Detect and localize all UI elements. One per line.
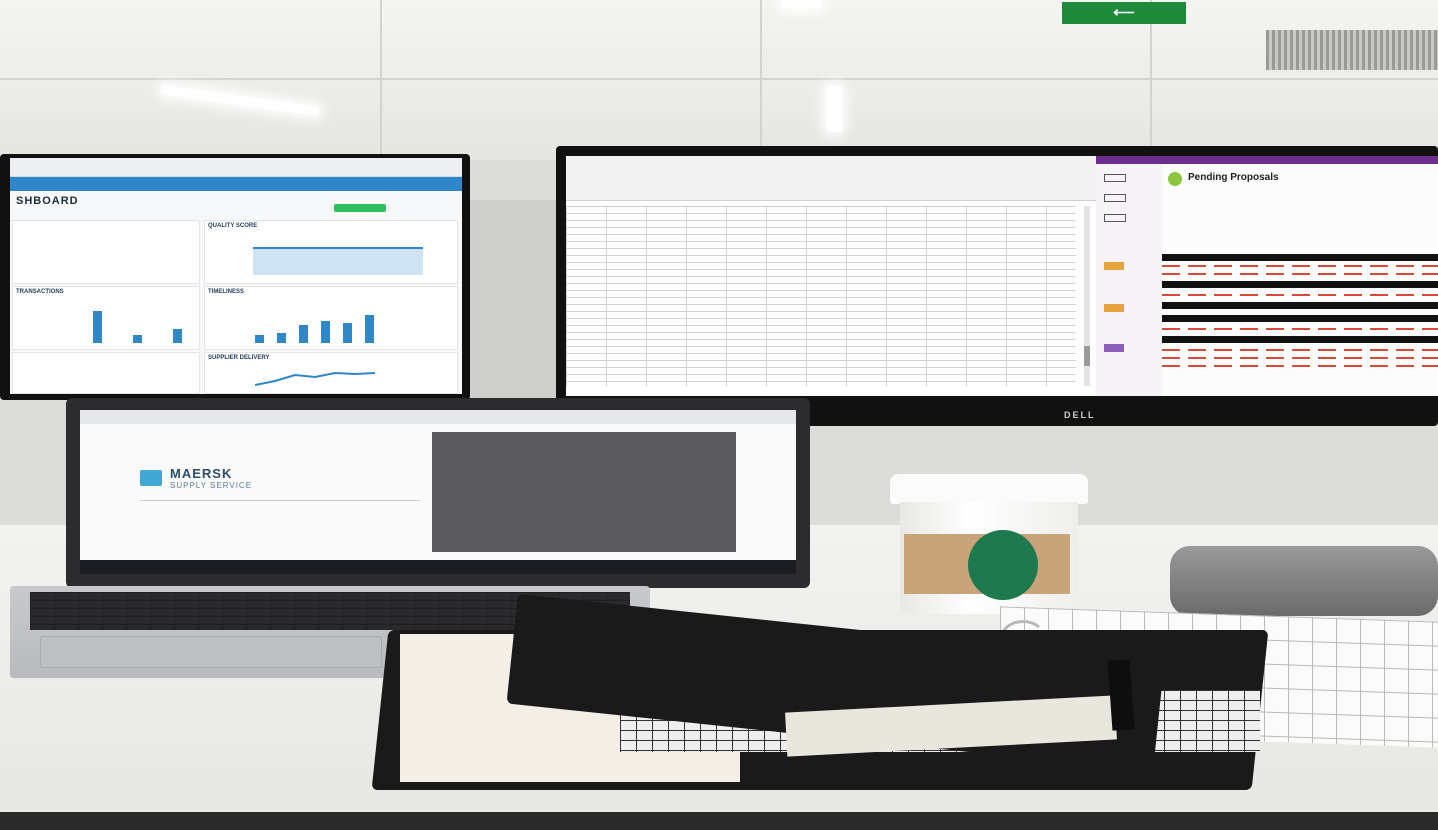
chart-bar (321, 321, 330, 343)
panel-title: SUPPLIER DELIVERY (208, 355, 270, 361)
list-item[interactable] (1162, 357, 1438, 359)
sidebar-icon[interactable] (1104, 304, 1124, 312)
sidebar-icon[interactable] (1104, 194, 1126, 202)
ceiling-grid-line (1150, 0, 1152, 160)
panel-title: Pending Proposals (1188, 172, 1279, 183)
app-title-bar (1096, 156, 1438, 164)
list-item[interactable] (1162, 328, 1438, 330)
chart-bar (365, 315, 374, 343)
sidebar-icon[interactable] (1104, 214, 1126, 222)
exit-sign: ⟵ (1062, 2, 1186, 24)
list-item[interactable] (1162, 273, 1438, 275)
dashboard-panel-bottom-left (12, 352, 200, 394)
ceiling (0, 0, 1438, 160)
pending-proposals-panel: Pending Proposals (1162, 164, 1438, 396)
email-preview-panel (432, 432, 736, 552)
bar-chart-left (13, 287, 199, 349)
divider (140, 500, 420, 501)
sidebar-icon[interactable] (1104, 174, 1126, 182)
dashboard-panel-transactions: TRANSACTIONS (12, 286, 200, 350)
list-item[interactable] (1162, 365, 1438, 367)
ceiling-grid-line (760, 0, 762, 160)
exit-arrow-icon: ⟵ (1113, 4, 1135, 21)
star-icon (140, 470, 162, 486)
bar-chart-right (205, 287, 457, 349)
right-monitor: Pending Proposals DELL (556, 146, 1438, 426)
browser-toolbar (10, 158, 462, 177)
spreadsheet-ribbon (566, 156, 1096, 201)
chart-bar (299, 325, 308, 343)
logo-text: MAERSK (170, 466, 233, 481)
sidebar-icon[interactable] (1104, 262, 1124, 270)
sidebar-icon[interactable] (1104, 344, 1124, 352)
right-monitor-screen: Pending Proposals (566, 156, 1438, 396)
maersk-logo: MAERSK SUPPLY SERVICE (140, 466, 252, 490)
dashboard-header-bar (10, 177, 462, 191)
chart-bar (255, 335, 264, 343)
air-vent (1266, 30, 1438, 70)
list-item[interactable] (1162, 315, 1438, 322)
chart-bar (277, 333, 286, 343)
list-item[interactable] (1162, 349, 1438, 351)
glasses-case (1170, 546, 1438, 616)
chart-bar (343, 323, 352, 343)
list-item[interactable] (1162, 265, 1438, 267)
ceiling-grid-line (0, 78, 1438, 80)
spreadsheet-grid[interactable] (566, 206, 1076, 386)
ceiling-light (826, 86, 842, 132)
dashboard-panel-quality: QUALITY SCORE (204, 220, 458, 284)
proposal-list[interactable] (1162, 248, 1438, 367)
status-icon (1168, 172, 1182, 186)
logo-subtext: SUPPLY SERVICE (170, 481, 253, 490)
dashboard-panel-timeliness: TIMELINESS (204, 286, 458, 350)
spreadsheet-scrollbar[interactable] (1084, 206, 1090, 386)
dashboard-panel-supplier: SUPPLIER DELIVERY (204, 352, 458, 394)
app-sidebar (1096, 164, 1162, 396)
ceiling-light (782, 0, 822, 8)
list-item[interactable] (1162, 254, 1438, 261)
dashboard-action-button[interactable] (334, 204, 386, 212)
left-monitor: SHBOARD QUALITY SCORE TRANSACTIONS TIMEL… (0, 154, 470, 400)
desk-edge (0, 812, 1438, 830)
laptop-screen: MAERSK SUPPLY SERVICE (80, 410, 796, 574)
laptop-browser-toolbar (80, 410, 796, 424)
left-monitor-screen: SHBOARD QUALITY SCORE TRANSACTIONS TIMEL… (10, 158, 462, 394)
cup-lid (890, 474, 1088, 504)
laptop-touchpad[interactable] (40, 636, 382, 668)
chart-bar (173, 329, 182, 343)
laptop-lid: MAERSK SUPPLY SERVICE (66, 398, 810, 588)
list-item[interactable] (1162, 281, 1438, 288)
starbucks-logo-icon (968, 530, 1038, 600)
line-chart (255, 371, 376, 386)
dashboard-panel-left-1 (12, 220, 200, 284)
list-item[interactable] (1162, 294, 1438, 296)
panel-title: QUALITY SCORE (208, 223, 258, 229)
chart-bar (93, 311, 102, 343)
spreadsheet-window (566, 156, 1096, 396)
area-chart (253, 247, 423, 275)
chart-bar (133, 335, 142, 343)
dashboard-title: SHBOARD (16, 195, 79, 207)
list-item[interactable] (1162, 336, 1438, 343)
ceiling-grid-line (380, 0, 382, 160)
laptop-taskbar (80, 560, 796, 574)
monitor-brand-logo: DELL (1064, 410, 1096, 420)
list-item[interactable] (1162, 302, 1438, 309)
